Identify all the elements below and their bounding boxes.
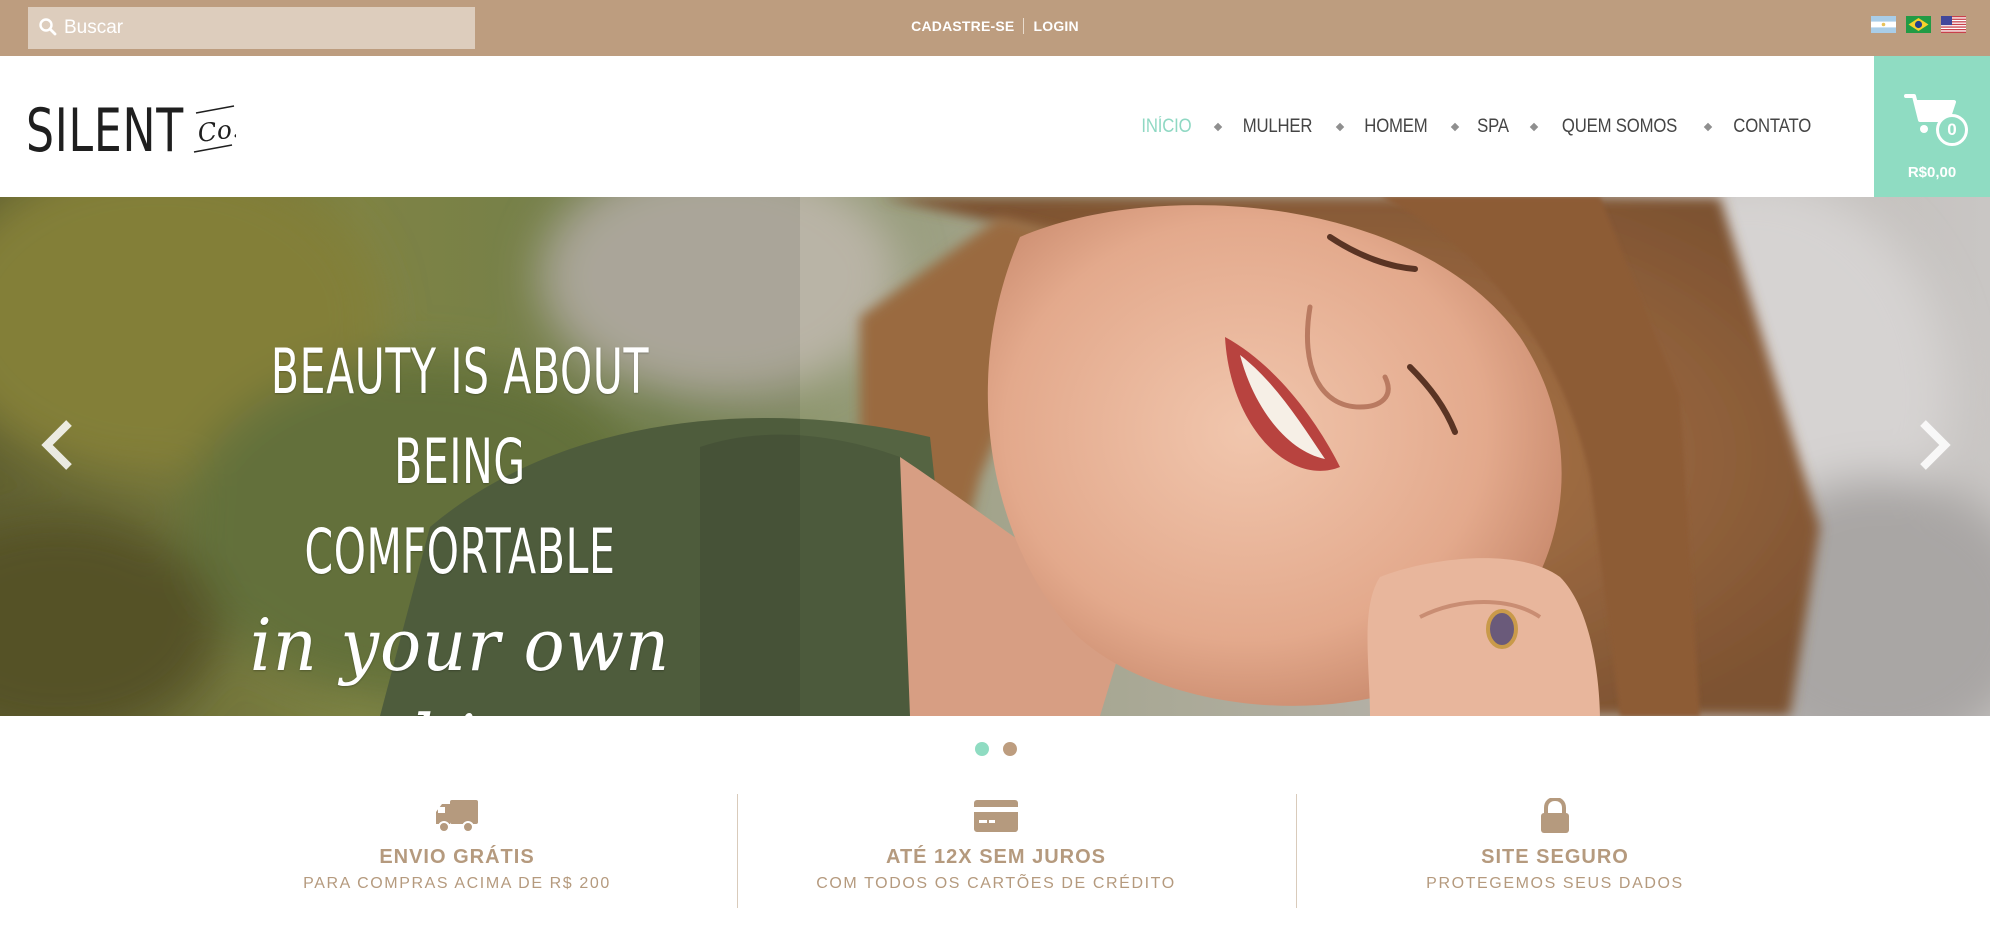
feature-subtitle: COM TODOS OS CARTÕES DE CRÉDITO	[816, 875, 1176, 892]
feature-subtitle: PARA COMPRAS ACIMA DE R$ 200	[303, 875, 611, 892]
nav-separator	[1213, 122, 1223, 131]
main-header: SILENT Co. INÍCIO MULHER HOMEM SPA QUEM …	[0, 56, 1990, 197]
nav-separator	[1529, 122, 1538, 131]
hero-line-1: BEAUTY IS ABOUT	[270, 335, 650, 408]
nav-separator	[1703, 122, 1712, 131]
cart-button[interactable]: 0 R$0,00	[1874, 56, 1990, 197]
truck-icon	[436, 800, 478, 833]
language-flags	[1871, 16, 1966, 33]
svg-text:SILENT: SILENT	[26, 96, 184, 164]
feature-installments: ATÉ 12X SEM JUROS COM TODOS OS CARTÕES D…	[716, 794, 1276, 910]
features-strip: ENVIO GRÁTIS PARA COMPRAS ACIMA DE R$ 20…	[177, 794, 1817, 910]
main-nav: INÍCIO MULHER HOMEM SPA QUEM SOMOS CONTA…	[1138, 56, 1816, 197]
feature-title: ENVIO GRÁTIS	[379, 846, 535, 868]
top-bar: CADASTRE-SE LOGIN	[0, 0, 1990, 56]
hero-caption: BEAUTY IS ABOUT BEING COMFORTABLE in you…	[160, 327, 760, 716]
feature-secure-site: SITE SEGURO PROTEGEMOS SEUS DADOS	[1275, 794, 1835, 910]
feature-title: SITE SEGURO	[1481, 846, 1629, 868]
svg-text:Co.: Co.	[196, 114, 236, 149]
hero-line-3: in your own skin.	[249, 603, 671, 716]
brazil-flag-icon[interactable]	[1906, 16, 1931, 33]
nav-item-spa[interactable]: SPA	[1477, 116, 1509, 138]
nav-item-contato[interactable]: CONTATO	[1733, 116, 1811, 138]
nav-separator	[1335, 122, 1345, 131]
auth-divider	[1023, 18, 1025, 34]
feature-free-shipping: ENVIO GRÁTIS PARA COMPRAS ACIMA DE R$ 20…	[177, 794, 737, 910]
register-link[interactable]: CADASTRE-SE	[911, 18, 1014, 34]
login-link[interactable]: LOGIN	[1033, 18, 1078, 34]
slider-dots	[975, 742, 1017, 756]
nav-item-quem-somos[interactable]: QUEM SOMOS	[1562, 116, 1677, 138]
nav-item-mulher[interactable]: MULHER	[1243, 116, 1313, 138]
credit-card-icon	[974, 800, 1018, 832]
silent-co-logo[interactable]: SILENT Co.	[26, 94, 236, 164]
nav-separator	[1450, 122, 1459, 131]
slider-next-arrow-icon[interactable]	[1915, 417, 1955, 473]
auth-links: CADASTRE-SE LOGIN	[0, 18, 1990, 34]
feature-title: ATÉ 12X SEM JUROS	[885, 846, 1107, 868]
cart-count-badge: 0	[1936, 114, 1968, 146]
cart-total: R$0,00	[1907, 164, 1957, 181]
slider-dot-2[interactable]	[1003, 742, 1017, 756]
slider-prev-arrow-icon[interactable]	[37, 417, 77, 473]
hero-slider: BEAUTY IS ABOUT BEING COMFORTABLE in you…	[0, 197, 1990, 716]
hero-line-2: BEING COMFORTABLE	[304, 425, 616, 588]
usa-flag-icon[interactable]	[1941, 16, 1966, 33]
slider-dot-1[interactable]	[975, 742, 989, 756]
nav-item-inicio[interactable]: INÍCIO	[1141, 116, 1191, 138]
argentina-flag-icon[interactable]	[1871, 16, 1896, 33]
nav-item-homem[interactable]: HOMEM	[1364, 116, 1427, 138]
lock-icon	[1541, 798, 1569, 833]
feature-subtitle: PROTEGEMOS SEUS DADOS	[1426, 875, 1684, 892]
